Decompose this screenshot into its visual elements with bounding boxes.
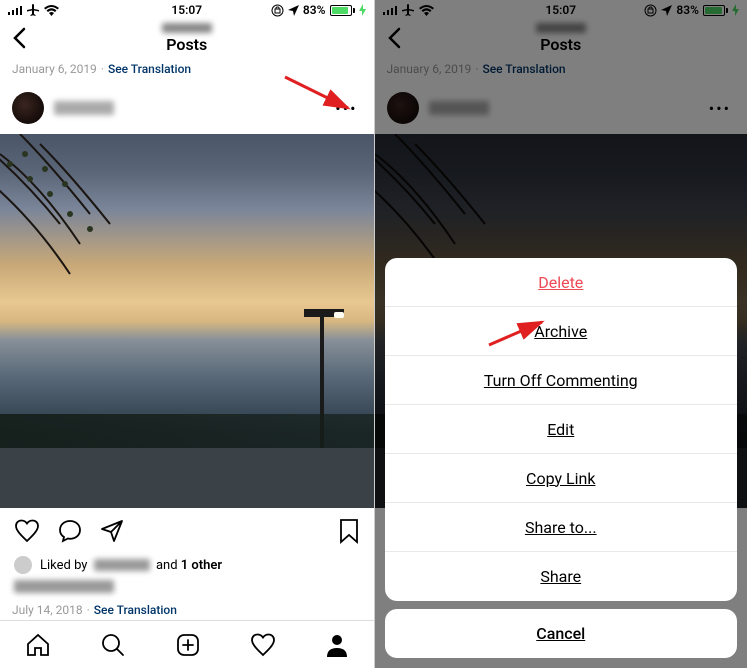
back-button[interactable] — [12, 27, 26, 49]
sheet-cancel[interactable]: Cancel — [385, 609, 738, 658]
activity-tab[interactable] — [250, 633, 276, 657]
airplane-icon — [26, 3, 40, 17]
status-time: 15:07 — [171, 3, 202, 17]
nav-username-redacted — [162, 23, 212, 33]
more-options-button[interactable]: ••• — [331, 95, 361, 122]
likes-row[interactable]: Liked by and 1 other — [0, 554, 374, 576]
home-tab[interactable] — [25, 632, 51, 658]
liked-other: 1 other — [181, 558, 222, 573]
comment-button[interactable] — [58, 519, 82, 543]
see-translation-link-bottom[interactable]: See Translation — [94, 603, 177, 617]
screen-left-posts: 15:07 83% — [0, 0, 374, 668]
status-bar: 15:07 83% — [0, 0, 374, 20]
battery-percent: 83% — [303, 3, 326, 17]
sheet-edit[interactable]: Edit — [385, 405, 738, 454]
post-photo[interactable] — [0, 134, 374, 508]
add-post-tab[interactable] — [175, 632, 201, 658]
username-redacted[interactable] — [54, 101, 114, 115]
screen-right-action-sheet: 15:07 83% Posts January 6, 2019·See Tran… — [374, 0, 747, 668]
post-meta-top: January 6, 2019·See Translation — [0, 56, 374, 82]
liked-by-prefix: Liked by — [40, 558, 87, 573]
send-button[interactable] — [100, 519, 124, 543]
location-icon — [288, 5, 299, 16]
wifi-icon — [44, 5, 59, 16]
search-tab[interactable] — [100, 632, 126, 658]
sheet-share-to[interactable]: Share to... — [385, 503, 738, 552]
bottom-nav — [0, 620, 374, 668]
see-translation-link[interactable]: See Translation — [108, 62, 191, 76]
nav-header: Posts — [0, 20, 374, 56]
profile-tab[interactable] — [325, 632, 349, 658]
post-header: ••• — [0, 82, 374, 134]
liker-name-redacted — [94, 559, 150, 571]
caption-redacted — [14, 580, 114, 593]
bookmark-button[interactable] — [338, 518, 360, 544]
liker-avatar — [14, 556, 32, 574]
orientation-lock-icon — [271, 4, 284, 17]
sheet-copy-link[interactable]: Copy Link — [385, 454, 738, 503]
action-sheet: Delete Archive Turn Off Commenting Edit … — [385, 258, 738, 658]
sheet-turn-off-commenting[interactable]: Turn Off Commenting — [385, 356, 738, 405]
liked-and: and — [156, 558, 178, 573]
sheet-share[interactable]: Share — [385, 552, 738, 601]
caption-row — [0, 576, 374, 597]
page-title: Posts — [162, 35, 212, 54]
sheet-archive[interactable]: Archive — [385, 307, 738, 356]
post-actions — [0, 508, 374, 554]
post-date: January 6, 2019 — [12, 62, 97, 76]
avatar[interactable] — [12, 92, 44, 124]
like-button[interactable] — [14, 519, 40, 543]
sheet-delete[interactable]: Delete — [385, 258, 738, 307]
battery-icon — [330, 5, 355, 16]
signal-icon — [8, 5, 22, 15]
charging-icon — [359, 4, 366, 16]
post-date-bottom: July 14, 2018 — [12, 603, 83, 617]
